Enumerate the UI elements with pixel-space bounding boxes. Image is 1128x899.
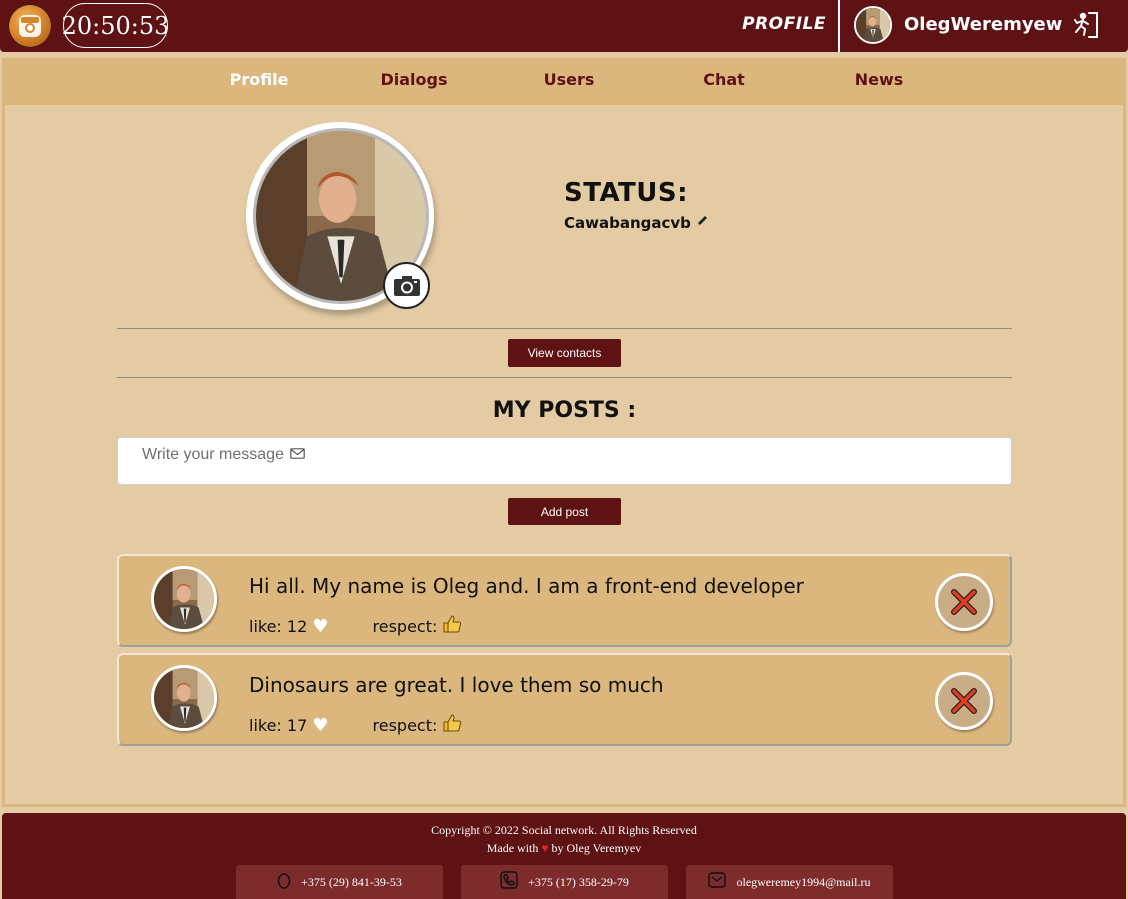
close-icon [951, 688, 977, 714]
instagram-icon[interactable] [8, 4, 52, 48]
contact-phone-mobile[interactable]: +375 (29) 841-39-53 [236, 865, 443, 899]
post-text: Hi all. My name is Oleg and. I am a fron… [249, 574, 804, 598]
avatar [151, 566, 217, 632]
respect-label: respect: [372, 715, 438, 735]
footer: Copyright © 2022 Social network. All Rig… [2, 813, 1126, 899]
mail-icon [708, 872, 727, 892]
post-meta: like: 12 ♥ respect: [249, 614, 462, 638]
main-nav: Profile Dialogs Users Chat News [2, 58, 1126, 105]
app-header: 20:50:53 PROFILE OlegWeremyew [0, 0, 1128, 52]
view-contacts-button[interactable]: View contacts [508, 339, 621, 367]
delete-post-button[interactable] [935, 573, 993, 631]
like-count: 12 [286, 616, 308, 636]
avatar[interactable] [854, 6, 892, 44]
phone-icon [500, 871, 518, 893]
like-label: like: [249, 616, 282, 636]
header-divider [838, 0, 840, 52]
made-with: Made with ♥ by Oleg Veremyev [486, 841, 642, 855]
nav-item-news[interactable]: News [824, 70, 934, 89]
pencil-icon[interactable] [695, 214, 709, 232]
contact-phone-landline[interactable]: +375 (17) 358-29-79 [461, 865, 668, 899]
message-input[interactable]: Write your message [117, 437, 1012, 485]
logout-icon[interactable] [1072, 10, 1100, 40]
clock-display: 20:50:53 [62, 3, 169, 48]
like-count: 17 [286, 715, 308, 735]
nav-item-dialogs[interactable]: Dialogs [359, 70, 469, 89]
post-item: Hi all. My name is Oleg and. I am a fron… [117, 554, 1012, 647]
respect-label: respect: [372, 616, 438, 636]
heart-icon[interactable]: ♥ [312, 715, 328, 736]
heart-icon[interactable]: ♥ [312, 616, 328, 637]
avatar [151, 665, 217, 731]
add-post-button[interactable]: Add post [508, 498, 621, 525]
copyright: Copyright © 2022 Social network. All Rig… [431, 823, 697, 837]
status-text[interactable]: Cawabangacvb [564, 214, 709, 232]
thumbs-up-icon[interactable] [442, 614, 462, 638]
envelope-icon [290, 446, 305, 464]
divider [117, 377, 1012, 378]
delete-post-button[interactable] [935, 672, 993, 730]
heart-icon: ♥ [541, 841, 549, 855]
like-label: like: [249, 715, 282, 735]
user-name[interactable]: OlegWeremyew [904, 14, 1062, 35]
egg-icon [277, 871, 291, 893]
nav-item-chat[interactable]: Chat [669, 70, 779, 89]
post-text: Dinosaurs are great. I love them so much [249, 673, 664, 697]
contact-email[interactable]: olegweremey1994@mail.ru [686, 865, 893, 899]
nav-item-profile[interactable]: Profile [204, 70, 314, 89]
posts-title: MY POSTS : [492, 398, 637, 423]
message-placeholder: Write your message [142, 446, 305, 464]
status-value[interactable]: Cawabangacvb [564, 214, 691, 232]
post-meta: like: 17 ♥ respect: [249, 713, 462, 737]
page-title: PROFILE [742, 14, 826, 34]
thumbs-up-icon[interactable] [442, 713, 462, 737]
divider [117, 328, 1012, 329]
nav-item-users[interactable]: Users [514, 70, 624, 89]
camera-icon[interactable] [383, 262, 430, 309]
post-item: Dinosaurs are great. I love them so much… [117, 653, 1012, 746]
close-icon [951, 589, 977, 615]
status-title: STATUS: [564, 178, 689, 208]
